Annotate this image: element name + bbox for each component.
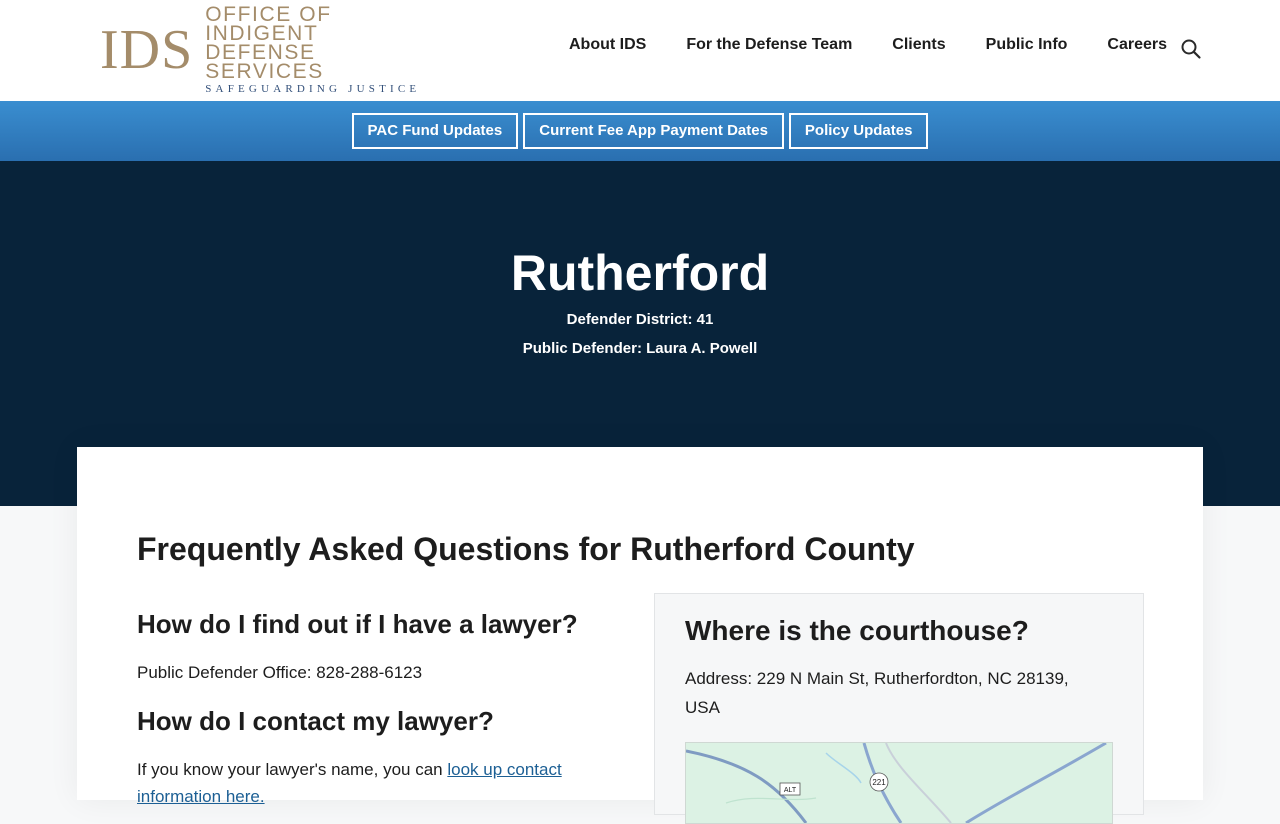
nav-for-the-defense-team[interactable]: For the Defense Team <box>686 36 852 54</box>
public-defender: Public Defender: Laura A. Powell <box>522 340 758 357</box>
defender-district: Defender District: 41 <box>566 311 714 328</box>
faq-title: Frequently Asked Questions for Rutherfor… <box>137 531 915 567</box>
question-find-lawyer: How do I find out if I have a lawyer? <box>137 609 578 639</box>
site-header: IDS OFFICE OF INDIGENT DEFENSE SERVICES … <box>0 0 1280 101</box>
courthouse-address: Address: 229 N Main St, Rutherfordton, N… <box>685 669 1069 717</box>
search-icon <box>1181 39 1201 59</box>
logo-text: OFFICE OF INDIGENT DEFENSE SERVICES SAFE… <box>205 3 430 95</box>
contact-lawyer-text: If you know your lawyer's name, you can … <box>137 756 607 810</box>
alert-bar: PAC Fund Updates Current Fee App Payment… <box>0 101 1280 161</box>
logo-line-1: OFFICE OF INDIGENT <box>205 3 332 45</box>
courthouse-box: Where is the courthouse? Address: 229 N … <box>654 593 1144 824</box>
logo-mark: IDS <box>100 19 194 81</box>
page-title: Rutherford <box>510 245 770 301</box>
contact-lawyer-prefix: If you know your lawyer's name, you can <box>137 760 448 779</box>
logo-line-2: DEFENSE SERVICES <box>205 41 324 83</box>
pac-fund-updates-button[interactable]: PAC Fund Updates <box>351 113 519 149</box>
public-defender-phone: Public Defender Office: 828-288-6123 <box>137 663 423 682</box>
policy-updates-button[interactable]: Policy Updates <box>788 113 929 149</box>
nav-clients[interactable]: Clients <box>892 36 945 54</box>
nav-about-ids[interactable]: About IDS <box>569 36 646 54</box>
map-shield-221: 221 <box>872 778 886 787</box>
courthouse-map[interactable]: ALT 221 <box>685 742 1113 824</box>
search-button[interactable] <box>1180 38 1202 60</box>
courthouse-heading: Where is the courthouse? <box>685 615 1029 646</box>
map-graphic: ALT 221 <box>686 743 1112 823</box>
nav-careers[interactable]: Careers <box>1107 36 1167 54</box>
question-contact-lawyer: How do I contact my lawyer? <box>137 706 494 736</box>
ids-logo-link[interactable]: IDS OFFICE OF INDIGENT DEFENSE SERVICES … <box>100 4 430 95</box>
faq-card: Frequently Asked Questions for Rutherfor… <box>77 447 1203 824</box>
logo-tagline: SAFEGUARDING JUSTICE <box>205 83 421 95</box>
fee-app-payment-dates-button[interactable]: Current Fee App Payment Dates <box>523 113 784 149</box>
map-shield-alt: ALT <box>784 787 797 794</box>
main-nav: About IDS For the Defense Team Clients P… <box>569 36 1207 54</box>
nav-public-info[interactable]: Public Info <box>986 36 1068 54</box>
